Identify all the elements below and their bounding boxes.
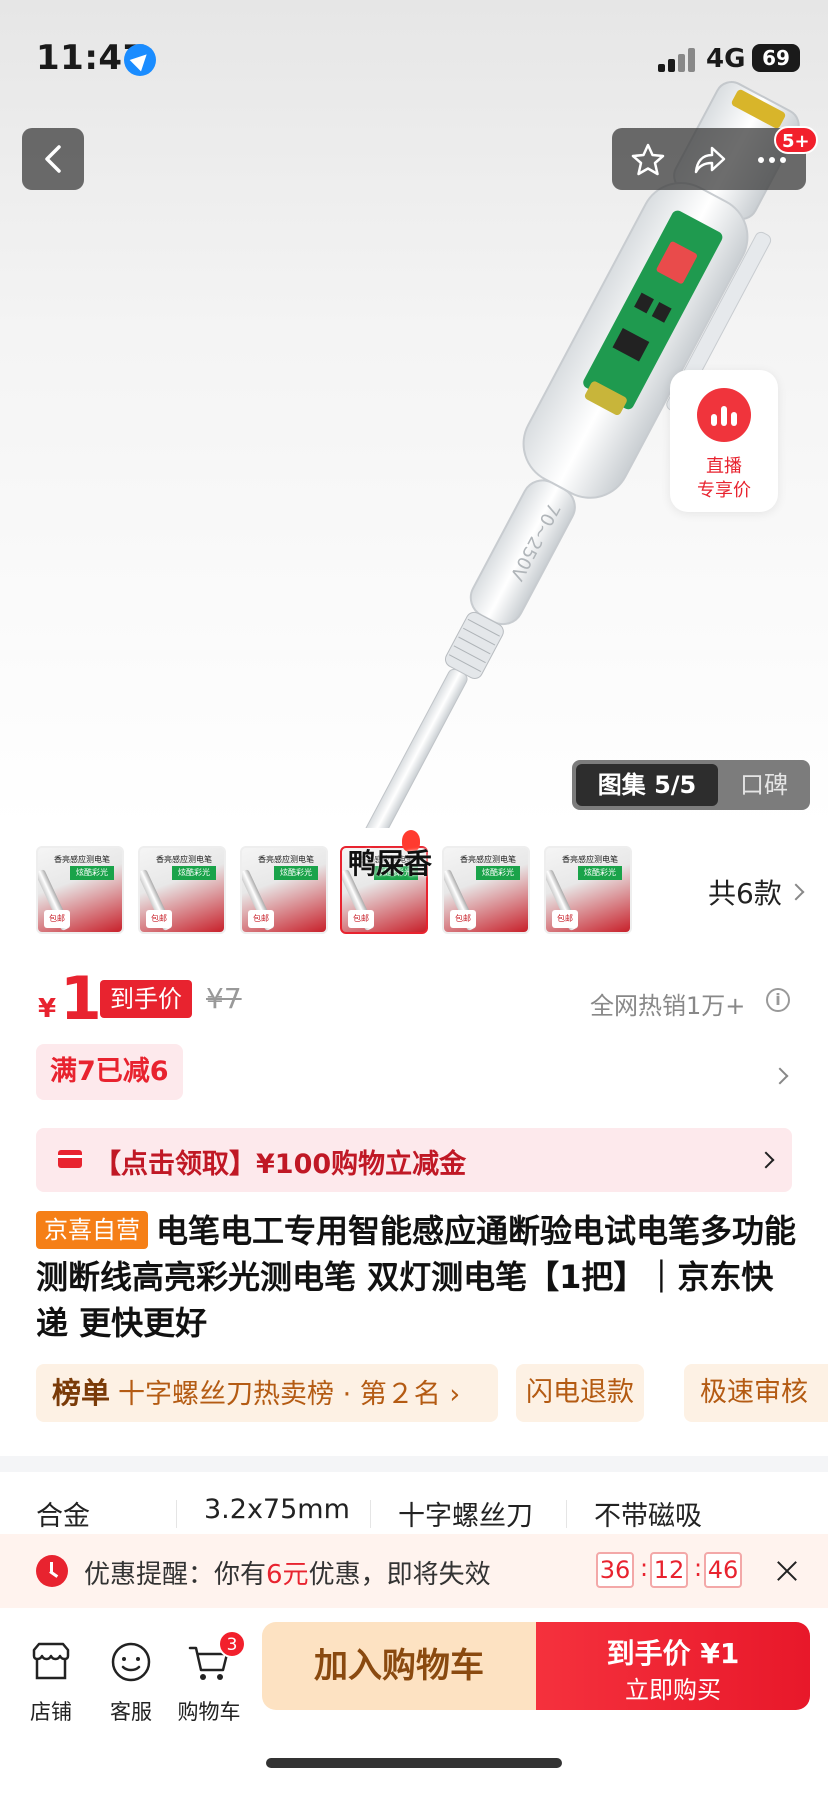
spec-row[interactable]: 合金 3.2x75mm 十字螺丝刀 不带磁吸: [0, 1490, 828, 1540]
reminder-text: 优惠提醒：你有6元优惠，即将失效: [84, 1560, 491, 1590]
spec-size: 3.2x75mm: [204, 1494, 350, 1525]
network-type: 4G: [706, 44, 746, 74]
countdown-seconds: 46: [704, 1552, 742, 1588]
coupon-text: 【点击领取】¥100购物立减金: [94, 1149, 467, 1180]
variant-thumb[interactable]: 香亮感应测电笔 炫酷彩光 包邮: [138, 846, 226, 934]
spec-material: 合金: [36, 1501, 90, 1532]
variant-count[interactable]: 共6款: [708, 872, 782, 912]
home-indicator: [266, 1758, 562, 1768]
info-icon[interactable]: i: [766, 988, 790, 1012]
sales-count: 全网热销1万+: [590, 992, 746, 1020]
shop-tag: 京喜自营: [36, 1211, 148, 1249]
spec-type: 十字螺丝刀: [398, 1501, 533, 1532]
countdown-hours: 36: [596, 1552, 634, 1588]
coupon-banner[interactable]: 【点击领取】¥100购物立减金: [36, 1128, 792, 1192]
tab-reviews[interactable]: 口碑: [722, 764, 806, 806]
reminder-amount: 6元: [266, 1560, 309, 1590]
tab-gallery[interactable]: 图集 5/5: [576, 764, 718, 806]
discount-badge: 满7已减6: [36, 1044, 183, 1100]
service-icon: [111, 1642, 151, 1682]
review-chip[interactable]: 极速审核: [684, 1364, 828, 1422]
live-card-line2: 专享价: [697, 480, 751, 501]
product-title-text: 电笔电工专用智能感应通断验电试电笔多功能测断线高亮彩光测电笔 双灯测电笔【1把】…: [36, 1212, 797, 1342]
battery-icon: 69: [752, 44, 800, 72]
back-icon: [45, 145, 61, 173]
product-image-gallery[interactable]: 70~250V 11:47 4G 69 5+ 直播 专享价 图集 5/5 口碑: [0, 0, 828, 828]
section-divider: [0, 1456, 828, 1472]
notification-badge: 5+: [774, 126, 818, 154]
product-title: 京喜自营 电笔电工专用智能感应通断验电试电笔多功能测断线高亮彩光测电笔 双灯测电笔…: [36, 1208, 796, 1346]
share-icon[interactable]: [692, 142, 728, 178]
variant-thumb[interactable]: 香亮感应测电笔 炫酷彩光 包邮: [544, 846, 632, 934]
chevron-right-icon: [787, 883, 805, 901]
discount-reminder[interactable]: 优惠提醒：你有6元优惠，即将失效 36 : 12 : 46: [0, 1534, 828, 1608]
price-currency: ¥: [38, 994, 57, 1024]
buy-now-label: 立即购买: [625, 1676, 721, 1704]
ranking-label: 榜单: [52, 1376, 111, 1410]
buy-now-button[interactable]: 到手价 ¥1 立即购买: [536, 1622, 810, 1710]
star-icon[interactable]: [630, 142, 666, 178]
status-bar: 11:47 4G 69: [0, 0, 828, 110]
final-price-tag: 到手价: [100, 980, 192, 1018]
spec-magnet: 不带磁吸: [594, 1501, 702, 1532]
live-card-line1: 直播: [706, 456, 742, 477]
refund-chip[interactable]: 闪电退款: [516, 1364, 644, 1422]
chevron-right-icon: [757, 1151, 775, 1169]
variant-thumb[interactable]: 香亮感应测电笔 炫酷彩光 包邮: [442, 846, 530, 934]
add-to-cart-button[interactable]: 加入购物车: [262, 1622, 536, 1710]
location-icon: [124, 44, 156, 76]
store-icon: [32, 1642, 70, 1680]
ranking-chip[interactable]: 榜单 十字螺丝刀热卖榜 · 第２名 ›: [36, 1364, 498, 1422]
selected-variant-label: 鸭屎香: [348, 847, 433, 880]
chevron-right-icon[interactable]: [771, 1067, 789, 1085]
variant-thumb[interactable]: 香亮感应测电笔 炫酷彩光 包邮: [36, 846, 124, 934]
back-button[interactable]: [22, 128, 84, 190]
buy-price-label: 到手价 ¥1: [606, 1637, 740, 1670]
cart-badge: 3: [218, 1630, 246, 1658]
countdown-minutes: 12: [650, 1552, 688, 1588]
service-chips: 榜单 十字螺丝刀热卖榜 · 第２名 › 闪电退款 极速审核: [36, 1364, 828, 1422]
ranking-text: 十字螺丝刀热卖榜 · 第２名 ›: [118, 1379, 461, 1410]
gallery-tabs: 图集 5/5 口碑: [572, 760, 810, 810]
coupon-card-icon: [58, 1150, 82, 1168]
variant-thumb[interactable]: 香亮感应测电笔 炫酷彩光 包邮: [240, 846, 328, 934]
original-price: ¥7: [206, 982, 242, 1015]
clock-icon: [36, 1555, 68, 1587]
price-value: 1: [60, 964, 102, 1034]
close-icon[interactable]: [774, 1558, 800, 1584]
price-row: ¥ 1 到手价 ¥7 全网热销1万+ i: [0, 964, 828, 1038]
variant-selector: 香亮感应测电笔 炫酷彩光 包邮 香亮感应测电笔 炫酷彩光 包邮 香亮感应测电笔 …: [0, 830, 828, 938]
live-price-card[interactable]: 直播 专享价: [670, 370, 778, 512]
live-icon: [697, 388, 751, 442]
signal-icon: [658, 46, 702, 72]
